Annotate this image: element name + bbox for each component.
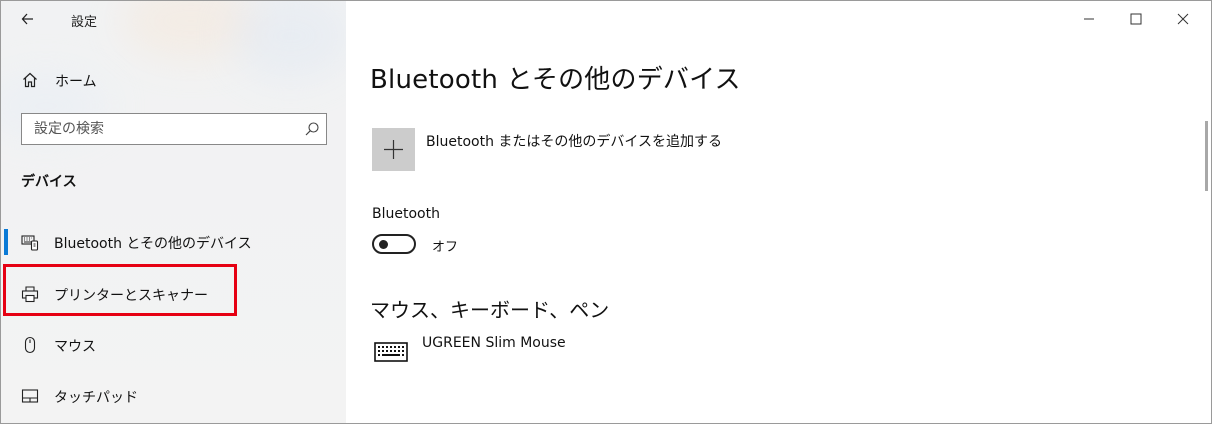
sidebar-item-bluetooth[interactable]: Bluetooth とその他のデバイス — [1, 225, 346, 259]
bluetooth-toggle[interactable] — [372, 234, 416, 254]
page-title: Bluetooth とその他のデバイス — [370, 65, 741, 95]
maximize-button[interactable] — [1113, 7, 1159, 33]
settings-search[interactable] — [21, 113, 327, 145]
search-input[interactable] — [34, 119, 294, 139]
keyboard-icon — [374, 342, 408, 362]
settings-window: 設定 ホーム デバイス Bluetooth とその他のデバイス — [0, 0, 1212, 424]
sidebar-item-label: タッチパッド — [54, 390, 138, 406]
sidebar-item-mouse[interactable]: マウス — [1, 328, 346, 362]
nav-home-label: ホーム — [55, 74, 97, 90]
bluetooth-label: Bluetooth — [372, 206, 440, 222]
sidebar-item-label: マウス — [54, 339, 96, 355]
maximize-icon — [1130, 13, 1142, 25]
close-icon — [1177, 13, 1189, 25]
sidebar-item-label: Bluetooth とその他のデバイス — [54, 236, 252, 252]
minimize-button[interactable] — [1066, 7, 1112, 33]
title-bar: 設定 — [1, 1, 346, 37]
close-button[interactable] — [1160, 7, 1206, 33]
minimize-icon — [1084, 18, 1094, 20]
add-device-label[interactable]: Bluetooth またはその他のデバイスを追加する — [426, 131, 722, 151]
back-button[interactable] — [19, 9, 41, 29]
back-arrow-icon — [21, 13, 33, 25]
section-heading-mouse-keyboard-pen: マウス、キーボード、ペン — [370, 298, 610, 322]
mouse-icon — [24, 336, 36, 354]
search-icon[interactable] — [304, 121, 320, 137]
touchpad-icon — [21, 389, 39, 403]
scrollbar[interactable] — [1205, 121, 1208, 191]
add-device-button[interactable] — [372, 128, 415, 171]
section-heading-devices: デバイス — [21, 174, 77, 190]
home-icon — [23, 72, 37, 88]
sidebar-item-touchpad[interactable]: タッチパッド — [1, 379, 346, 413]
toggle-knob — [379, 240, 388, 249]
sidebar: 設定 ホーム デバイス Bluetooth とその他のデバイス — [1, 1, 351, 423]
plus-icon — [384, 140, 403, 159]
nav-home[interactable]: ホーム — [1, 65, 346, 95]
sidebar-item-label: プリンターとスキャナー — [54, 288, 208, 304]
sidebar-item-printers[interactable]: プリンターとスキャナー — [1, 277, 346, 311]
main-content: Bluetooth とその他のデバイス Bluetooth またはその他のデバイ… — [346, 1, 1211, 423]
bluetooth-devices-icon — [21, 235, 39, 251]
printer-icon — [21, 286, 39, 303]
app-title: 設定 — [71, 15, 98, 30]
bluetooth-toggle-state: オフ — [432, 240, 459, 255]
device-name[interactable]: UGREEN Slim Mouse — [422, 335, 566, 351]
